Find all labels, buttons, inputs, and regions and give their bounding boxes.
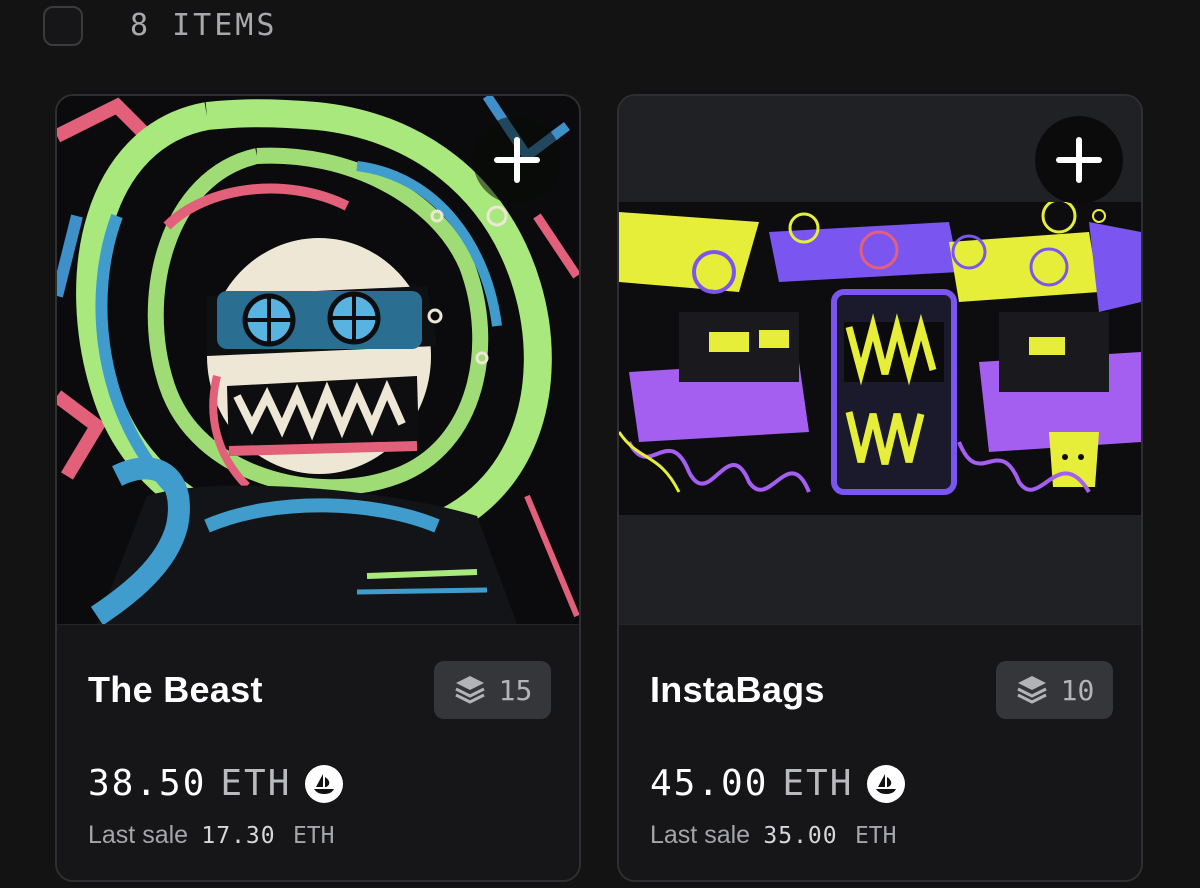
nft-name[interactable]: The Beast [88,669,263,711]
price-value: 38.50 [88,763,207,804]
last-sale-currency: ETH [854,823,897,849]
nft-card[interactable]: InstaBags 10 45.00 ETH Last sale 35.00 E… [617,94,1143,882]
price-currency: ETH [220,763,292,804]
last-sale: Last sale 17.30 ETH [88,821,334,850]
price-value: 45.00 [650,763,769,804]
items-count-label: 8 ITEMS [130,8,278,43]
nft-image[interactable] [57,96,579,624]
last-sale-currency: ETH [292,823,335,849]
add-to-cart-button[interactable] [473,116,561,204]
price-currency: ETH [782,763,854,804]
quantity-count: 10 [1060,673,1095,707]
price-row: 45.00 ETH [650,763,906,804]
opensea-icon [305,764,344,803]
nft-collection-page: 8 ITEMS The Beast 15 38.50 ETH Last sale… [0,0,1200,888]
last-sale-label: Last sale [650,821,751,849]
add-to-cart-button[interactable] [1035,116,1123,204]
plus-icon [1056,137,1102,183]
last-sale: Last sale 35.00 ETH [650,821,896,850]
nft-image[interactable] [619,96,1141,624]
nft-card[interactable]: The Beast 15 38.50 ETH Last sale 17.30 E… [55,94,581,882]
nft-card-info: InstaBags 10 45.00 ETH Last sale 35.00 E… [619,624,1141,880]
price-row: 38.50 ETH [88,763,344,804]
layers-icon [1016,676,1047,704]
select-all-checkbox[interactable] [43,6,83,46]
last-sale-value: 17.30 [201,823,276,849]
last-sale-label: Last sale [88,821,189,849]
items-toolbar: 8 ITEMS [0,0,1200,60]
quantity-badge[interactable]: 15 [434,661,551,719]
purple-yellow-monsters-banner [619,202,1141,515]
layers-icon [454,676,485,704]
last-sale-value: 35.00 [763,823,838,849]
nft-name[interactable]: InstaBags [650,669,825,711]
quantity-count: 15 [498,673,533,707]
opensea-icon [867,764,906,803]
quantity-badge[interactable]: 10 [996,661,1113,719]
plus-icon [494,137,540,183]
nft-card-info: The Beast 15 38.50 ETH Last sale 17.30 E… [57,624,579,880]
